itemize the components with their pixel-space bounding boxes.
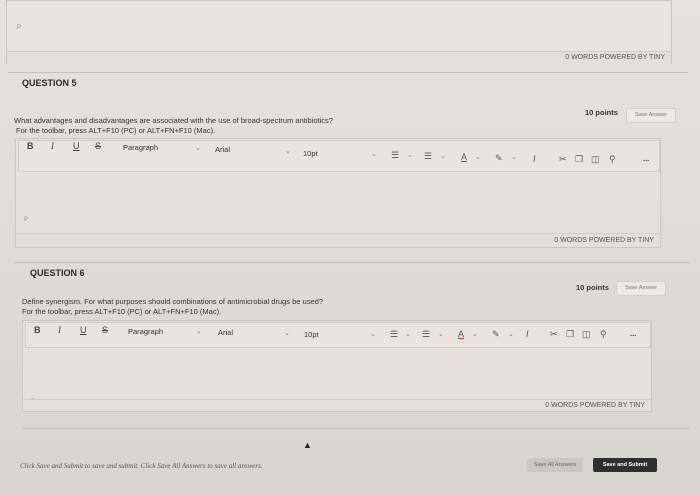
numbered-list-icon[interactable]: ☰ xyxy=(424,151,432,162)
underline-button[interactable]: U xyxy=(80,325,87,335)
chevron-down-icon[interactable]: ⌄ xyxy=(196,327,202,335)
paste-icon[interactable]: ◫ xyxy=(582,329,591,340)
question-title: QUESTION 6 xyxy=(30,268,85,278)
chevron-down-icon[interactable]: ⌄ xyxy=(371,150,377,158)
cursor-icon: ▲ xyxy=(303,440,312,450)
font-size-select[interactable]: 10pt xyxy=(304,330,319,339)
font-family-select[interactable]: Arial xyxy=(218,328,233,337)
word-count: 0 WORDS POWERED BY TINY xyxy=(545,402,645,409)
search-icon[interactable]: ⚲ xyxy=(600,329,607,340)
text-color-icon[interactable]: A xyxy=(461,152,467,162)
word-count: 0 WORDS POWERED BY TINY xyxy=(554,237,654,244)
block-format-select[interactable]: Paragraph xyxy=(128,327,163,336)
italic-button[interactable]: I xyxy=(51,141,54,151)
question-title: QUESTION 5 xyxy=(22,78,77,88)
bullet-list-icon[interactable]: ☰ xyxy=(390,329,398,340)
question-prompt: Define synergism. For what purposes shou… xyxy=(22,297,323,306)
copy-icon[interactable]: ❐ xyxy=(566,329,574,340)
chevron-down-icon[interactable]: ⌄ xyxy=(405,330,411,338)
editor-status-bar: 0 WORDS POWERED BY TINY xyxy=(7,51,671,64)
save-all-answers-button[interactable]: Save All Answers xyxy=(527,458,583,472)
points-label: 10 points xyxy=(576,283,609,292)
answer-editor[interactable]: B I U S Paragraph ⌄ Arial ⌄ 10pt ⌄ ☰ ⌄ ☰… xyxy=(22,320,652,412)
block-format-select[interactable]: Paragraph xyxy=(123,143,158,152)
paragraph-mark: P xyxy=(24,217,29,223)
chevron-down-icon[interactable]: ⌄ xyxy=(472,330,478,338)
toolbar-instruction: For the toolbar, press ALT+F10 (PC) or A… xyxy=(22,307,222,316)
numbered-list-icon[interactable]: ☰ xyxy=(422,329,430,340)
bold-button[interactable]: B xyxy=(34,325,41,335)
editor-toolbar: B I U S Paragraph ⌄ Arial ⌄ 10pt ⌄ ☰ ⌄ ☰… xyxy=(25,322,651,348)
search-icon[interactable]: ⚲ xyxy=(609,154,616,165)
chevron-down-icon[interactable]: ⌄ xyxy=(475,153,481,161)
clear-format-icon[interactable]: I xyxy=(533,154,536,164)
save-and-submit-button[interactable]: Save and Submit xyxy=(593,458,657,472)
chevron-down-icon[interactable]: ⌄ xyxy=(407,151,413,159)
word-count: 0 WORDS POWERED BY TINY xyxy=(565,54,665,61)
font-size-select[interactable]: 10pt xyxy=(303,149,318,158)
highlight-icon[interactable]: ✎ xyxy=(495,153,503,164)
divider xyxy=(22,428,690,429)
save-answer-button[interactable]: Save Answer xyxy=(616,281,666,296)
copy-icon[interactable]: ❐ xyxy=(575,154,583,165)
clear-format-icon[interactable]: I xyxy=(526,329,529,339)
chevron-down-icon[interactable]: ⌄ xyxy=(440,152,446,160)
paste-icon[interactable]: ◫ xyxy=(591,154,600,165)
text-color-icon[interactable]: A xyxy=(458,329,464,339)
strikethrough-button[interactable]: S xyxy=(102,325,108,335)
toolbar-instruction: For the toolbar, press ALT+F10 (PC) or A… xyxy=(16,126,216,135)
chevron-down-icon[interactable]: ⌄ xyxy=(284,329,290,337)
divider xyxy=(8,72,688,73)
save-answer-button[interactable]: Save Answer xyxy=(626,108,676,123)
font-family-select[interactable]: Arial xyxy=(215,145,230,154)
chevron-down-icon[interactable]: ⌄ xyxy=(438,330,444,338)
cut-icon[interactable]: ✂ xyxy=(559,154,567,165)
chevron-down-icon[interactable]: ⌄ xyxy=(370,330,376,338)
editor-toolbar: B I U S Paragraph ⌄ Arial ⌄ 10pt ⌄ ☰ ⌄ ☰… xyxy=(18,140,660,172)
highlight-icon[interactable]: ✎ xyxy=(492,329,500,340)
chevron-down-icon[interactable]: ⌄ xyxy=(195,144,201,152)
divider xyxy=(14,262,690,263)
editor-status-bar: 0 WORDS POWERED BY TINY xyxy=(16,233,660,247)
chevron-down-icon[interactable]: ⌄ xyxy=(285,147,291,155)
previous-answer-editor[interactable]: P 0 WORDS POWERED BY TINY xyxy=(6,0,672,64)
underline-button[interactable]: U xyxy=(73,141,80,151)
strikethrough-button[interactable]: S xyxy=(95,141,101,151)
cut-icon[interactable]: ✂ xyxy=(550,329,558,340)
footer-instruction: Click Save and Submit to save and submit… xyxy=(20,462,263,470)
bullet-list-icon[interactable]: ☰ xyxy=(391,150,399,161)
answer-editor[interactable]: B I U S Paragraph ⌄ Arial ⌄ 10pt ⌄ ☰ ⌄ ☰… xyxy=(15,138,661,248)
editor-status-bar: 0 WORDS POWERED BY TINY xyxy=(23,399,651,411)
points-label: 10 points xyxy=(585,108,618,117)
question-prompt: What advantages and disadvantages are as… xyxy=(14,116,333,125)
chevron-down-icon[interactable]: ⌄ xyxy=(511,153,517,161)
bold-button[interactable]: B xyxy=(27,141,34,151)
italic-button[interactable]: I xyxy=(58,325,61,335)
more-button[interactable]: ... xyxy=(643,154,649,163)
more-button[interactable]: ... xyxy=(630,329,636,338)
chevron-down-icon[interactable]: ⌄ xyxy=(508,330,514,338)
paragraph-mark: P xyxy=(17,25,22,31)
